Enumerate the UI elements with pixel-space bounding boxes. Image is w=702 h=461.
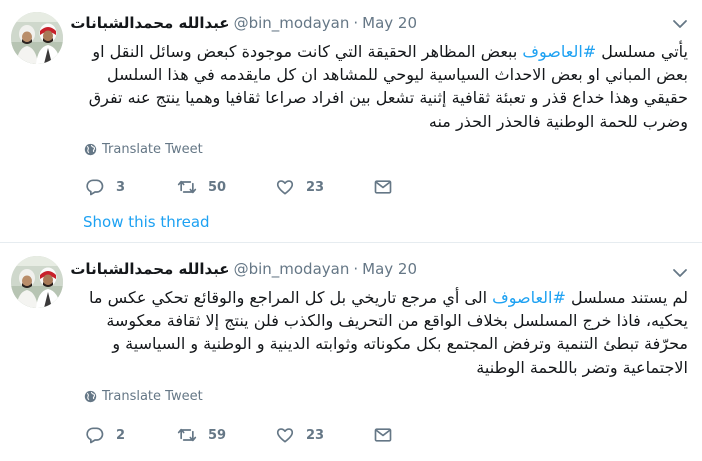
tweet-date[interactable]: May 20 xyxy=(362,12,417,34)
envelope-icon xyxy=(374,180,392,194)
chevron-down-icon[interactable] xyxy=(672,265,688,281)
translate-label[interactable]: Translate Tweet xyxy=(102,142,203,157)
translate-tweet-link[interactable]: Translate Tweet xyxy=(84,389,203,404)
retweet-icon xyxy=(177,428,197,442)
heart-icon xyxy=(276,428,294,443)
tweet-header: عبدالله محمدالشبانات @bin_modayan · May … xyxy=(0,258,702,280)
tweet-actions: 3 50 23 xyxy=(85,177,405,201)
author-handle[interactable]: @bin_modayan xyxy=(234,12,350,34)
reply-button[interactable]: 3 xyxy=(85,177,125,197)
retweet-button[interactable]: 59 xyxy=(177,425,226,445)
reply-icon xyxy=(86,179,104,196)
tweet[interactable]: عبدالله محمدالشبانات @bin_modayan · May … xyxy=(0,0,702,242)
author-handle[interactable]: @bin_modayan xyxy=(234,258,350,280)
like-button[interactable]: 23 xyxy=(275,425,324,445)
tweet-text-prefix: يأتي مسلسل xyxy=(596,42,688,61)
separator-dot: · xyxy=(353,14,359,32)
like-button[interactable]: 23 xyxy=(275,177,324,197)
chevron-down-icon[interactable] xyxy=(672,16,688,32)
retweet-icon xyxy=(177,180,197,194)
tweet-text: يأتي مسلسل #العاصوف ببعض المظاهر الحقيقة… xyxy=(72,40,688,133)
like-count: 23 xyxy=(306,427,325,443)
hashtag-link[interactable]: #العاصوف xyxy=(522,42,596,61)
tweet-text-prefix: لم يستند مسلسل xyxy=(565,288,688,307)
translate-label[interactable]: Translate Tweet xyxy=(102,389,203,404)
tweet[interactable]: عبدالله محمدالشبانات @bin_modayan · May … xyxy=(0,243,702,461)
translate-tweet-link[interactable]: Translate Tweet xyxy=(84,142,203,157)
tweet-actions: 2 59 23 xyxy=(85,425,405,449)
envelope-icon xyxy=(374,428,392,442)
like-count: 23 xyxy=(306,179,325,195)
reply-count: 3 xyxy=(116,179,126,195)
show-thread-link[interactable]: Show this thread xyxy=(83,213,210,231)
retweet-count: 59 xyxy=(208,427,227,443)
tweet-text: لم يستند مسلسل #العاصوف الى أي مرجع تاري… xyxy=(72,286,688,379)
reply-count: 2 xyxy=(116,427,126,443)
tweet-header: عبدالله محمدالشبانات @bin_modayan · May … xyxy=(0,12,702,34)
retweet-button[interactable]: 50 xyxy=(177,177,226,197)
hashtag-link[interactable]: #العاصوف xyxy=(492,288,566,307)
globe-icon xyxy=(84,143,97,156)
direct-message-button[interactable] xyxy=(373,425,393,445)
tweet-date[interactable]: May 20 xyxy=(362,258,417,280)
reply-icon xyxy=(86,427,104,444)
author-name[interactable]: عبدالله محمدالشبانات xyxy=(70,12,229,34)
heart-icon xyxy=(276,180,294,195)
author-name[interactable]: عبدالله محمدالشبانات xyxy=(70,258,229,280)
direct-message-button[interactable] xyxy=(373,177,393,197)
separator-dot: · xyxy=(353,260,359,278)
reply-button[interactable]: 2 xyxy=(85,425,125,445)
globe-icon xyxy=(84,390,97,403)
retweet-count: 50 xyxy=(208,179,227,195)
